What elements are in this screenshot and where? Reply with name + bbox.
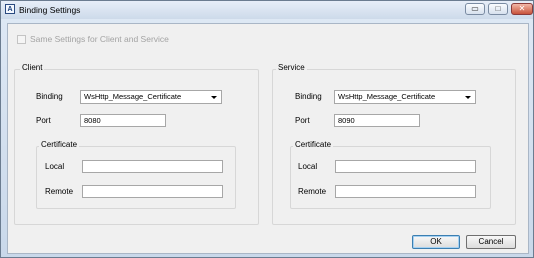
service-remote-input[interactable] bbox=[335, 185, 476, 198]
client-group-label: Client bbox=[20, 63, 45, 72]
client-port-label: Port bbox=[36, 116, 51, 125]
client-binding-select[interactable]: WsHttp_Message_Certificate bbox=[80, 90, 222, 104]
client-certificate-group bbox=[36, 146, 236, 209]
service-local-input[interactable] bbox=[335, 160, 476, 173]
minimize-button[interactable]: ▭ bbox=[465, 3, 485, 15]
client-binding-value: WsHttp_Message_Certificate bbox=[84, 92, 182, 101]
window-title: Binding Settings bbox=[19, 5, 81, 15]
service-binding-label: Binding bbox=[295, 92, 322, 101]
chevron-down-icon bbox=[211, 96, 217, 99]
client-remote-input[interactable] bbox=[82, 185, 223, 198]
service-group-label: Service bbox=[276, 63, 307, 72]
title-bar[interactable]: A Binding Settings ▭ □ ✕ bbox=[1, 1, 533, 19]
chevron-down-icon bbox=[465, 96, 471, 99]
service-certificate-label: Certificate bbox=[293, 140, 334, 149]
cancel-button[interactable]: Cancel bbox=[466, 235, 516, 249]
service-port-label: Port bbox=[295, 116, 310, 125]
app-icon: A bbox=[5, 4, 15, 14]
service-binding-value: WsHttp_Message_Certificate bbox=[338, 92, 436, 101]
client-local-label: Local bbox=[45, 162, 65, 171]
dialog-body: Same Settings for Client and Service Cli… bbox=[7, 23, 529, 254]
same-settings-checkbox[interactable] bbox=[17, 35, 26, 44]
same-settings-label: Same Settings for Client and Service bbox=[30, 34, 169, 44]
close-button[interactable]: ✕ bbox=[511, 3, 533, 15]
maximize-button[interactable]: □ bbox=[488, 3, 508, 15]
service-certificate-group bbox=[290, 146, 491, 209]
service-binding-select[interactable]: WsHttp_Message_Certificate bbox=[334, 90, 476, 104]
client-port-input[interactable]: 8080 bbox=[80, 114, 166, 127]
binding-settings-window: A Binding Settings ▭ □ ✕ Same Settings f… bbox=[0, 0, 534, 258]
client-remote-label: Remote bbox=[45, 187, 74, 196]
client-certificate-label: Certificate bbox=[39, 140, 80, 149]
ok-button[interactable]: OK bbox=[412, 235, 460, 249]
service-remote-label: Remote bbox=[298, 187, 327, 196]
service-port-input[interactable]: 8090 bbox=[334, 114, 420, 127]
client-local-input[interactable] bbox=[82, 160, 223, 173]
service-local-label: Local bbox=[298, 162, 318, 171]
client-binding-label: Binding bbox=[36, 92, 63, 101]
